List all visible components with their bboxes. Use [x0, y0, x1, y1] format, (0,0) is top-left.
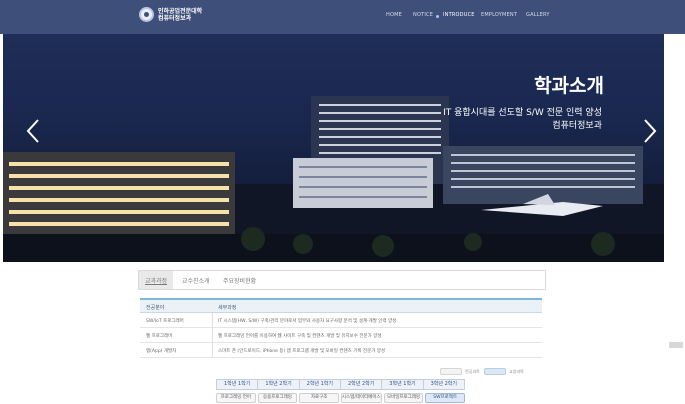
main-nav: HOME NOTICE INTRODUCE EMPLOYMENT GALLERY: [0, 12, 685, 22]
tab-faculty[interactable]: 교수진소개: [182, 276, 210, 285]
nav-introduce[interactable]: INTRODUCE: [443, 12, 475, 18]
hero-subtitle-line2: 컴퓨터정보과: [552, 121, 602, 131]
curriculum-table: 전공분야 세부과정 SW/IoT 프로그래머 IT 시스템(HW, S/W) 구…: [140, 298, 542, 358]
column-header-field: 전공분야: [146, 305, 165, 311]
nav-home[interactable]: HOME: [386, 12, 402, 18]
semester-button[interactable]: 3학년 2학기: [424, 380, 464, 389]
semester-selector: 1학년 1학기 1학년 2학기 2학년 1학기 2학년 2학기 3학년 1학기 …: [216, 379, 465, 390]
nav-employment[interactable]: EMPLOYMENT: [481, 12, 517, 18]
hero-subtitle: IT 융합시대를 선도할 S/W 전문 인력 양성 컴퓨터정보과: [443, 107, 602, 133]
scroll-to-top-button[interactable]: [669, 342, 683, 348]
column-divider: [212, 343, 213, 357]
table-row: SW/IoT 프로그래머 IT 시스템(HW, S/W) 구축/관리 분야로서 …: [140, 313, 542, 328]
table-row: 웹 프로그래머 웹 프로그래밍 언어를 이용하여 웹 사이트 구축 및 컨텐츠 …: [140, 328, 542, 343]
table-cell-detail: IT 시스템(HW, S/W) 구축/관리 분야로서 업무와 사용자 요구사항 …: [218, 319, 397, 324]
sub-tabs: 교과과정 교수진소개 주요장비현황: [138, 270, 546, 290]
category-button[interactable]: 응용프로그래밍: [257, 393, 298, 403]
legend-swatch-general: [484, 368, 506, 375]
tab-curriculum[interactable]: 교과과정: [139, 271, 173, 289]
semester-button[interactable]: 3학년 1학기: [382, 380, 424, 389]
category-button[interactable]: 프로그래밍 언어: [216, 393, 256, 403]
hero-title: 학과소개: [534, 75, 604, 97]
legend-swatch-major: [440, 368, 462, 375]
hero-subtitle-line1: IT 융합시대를 선도할 S/W 전문 인력 양성: [443, 108, 602, 118]
table-row: 앱(App) 개발자 스마트 폰 (안드로이드, iPhone 등) 앱 프로그…: [140, 343, 542, 358]
table-header: 전공분야 세부과정: [140, 298, 542, 313]
table-cell-field: 웹 프로그래머: [146, 334, 173, 339]
semester-button[interactable]: 2학년 1학기: [300, 380, 341, 389]
hero-slider: 학과소개 IT 융합시대를 선도할 S/W 전문 인력 양성 컴퓨터정보과: [3, 34, 664, 262]
slider-prev-button[interactable]: [26, 119, 40, 143]
campus-night-photo: [3, 96, 664, 262]
nav-gallery[interactable]: GALLERY: [526, 12, 550, 18]
active-nav-indicator-icon: [436, 15, 439, 18]
semester-button[interactable]: 1학년 2학기: [258, 380, 300, 389]
top-header: 인하공업전문대학 컴퓨터정보과 HOME NOTICE INTRODUCE EM…: [0, 0, 685, 34]
chevron-right-icon: [644, 119, 657, 143]
category-button[interactable]: 시스템/데이터베이스: [340, 393, 382, 403]
page: 인하공업전문대학 컴퓨터정보과 HOME NOTICE INTRODUCE EM…: [0, 0, 685, 404]
legend-label-major: 전공과목: [465, 369, 480, 374]
chevron-left-icon: [26, 119, 39, 143]
column-header-detail: 세부과정: [218, 305, 237, 311]
table-cell-detail: 스마트 폰 (안드로이드, iPhone 등) 앱 프로그램 개발 및 모바일 …: [218, 349, 386, 354]
nav-notice[interactable]: NOTICE: [413, 12, 433, 18]
tab-equipment[interactable]: 주요장비현황: [223, 276, 256, 285]
column-divider: [212, 313, 213, 327]
category-button[interactable]: 자료구조: [299, 393, 339, 403]
category-button-selected[interactable]: SW프로젝트: [425, 393, 465, 403]
column-divider: [212, 328, 213, 342]
table-cell-detail: 웹 프로그래밍 언어를 이용하여 웹 사이트 구축 및 컨텐츠 개발 및 유지보…: [218, 334, 382, 339]
table-cell-field: SW/IoT 프로그래머: [146, 319, 184, 324]
semester-button[interactable]: 1학년 1학기: [217, 380, 259, 389]
slider-next-button[interactable]: [643, 119, 657, 143]
category-button[interactable]: 모바일프로그래밍: [383, 393, 424, 403]
table-cell-field: 앱(App) 개발자: [146, 349, 177, 354]
legend-label-general: 교양과목: [509, 369, 524, 374]
category-selector: 프로그래밍 언어 응용프로그래밍 자료구조 시스템/데이터베이스 모바일프로그래…: [216, 393, 465, 403]
semester-button[interactable]: 2학년 2학기: [341, 380, 383, 389]
